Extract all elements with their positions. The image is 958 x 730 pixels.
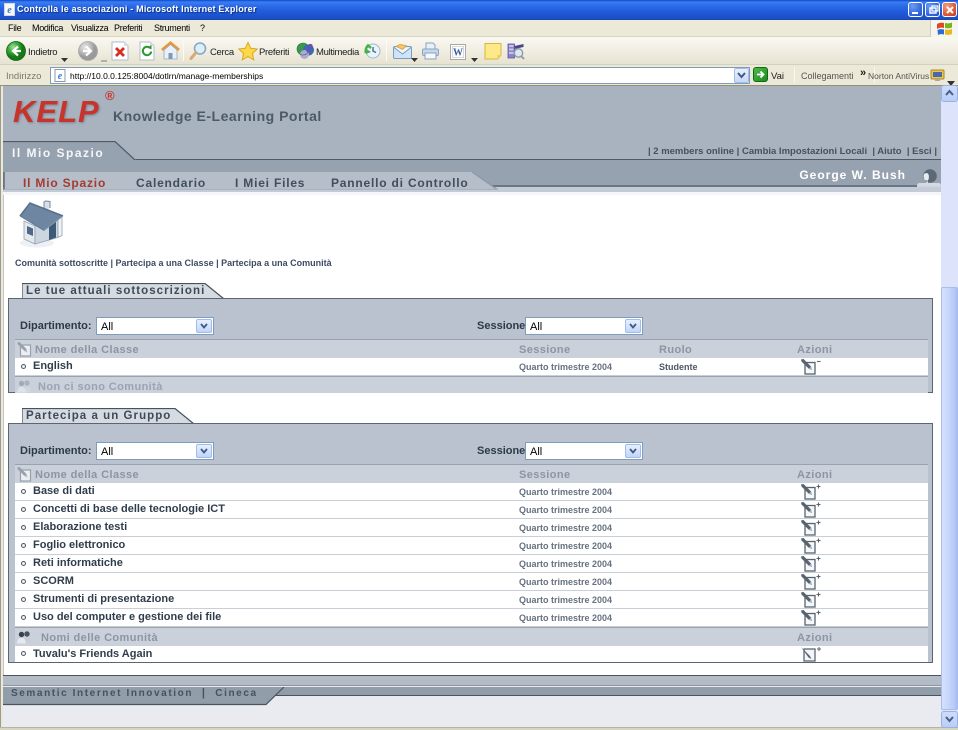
svg-text:e: e (58, 71, 63, 82)
svg-text:e: e (7, 5, 12, 16)
svg-text:W: W (453, 48, 463, 59)
